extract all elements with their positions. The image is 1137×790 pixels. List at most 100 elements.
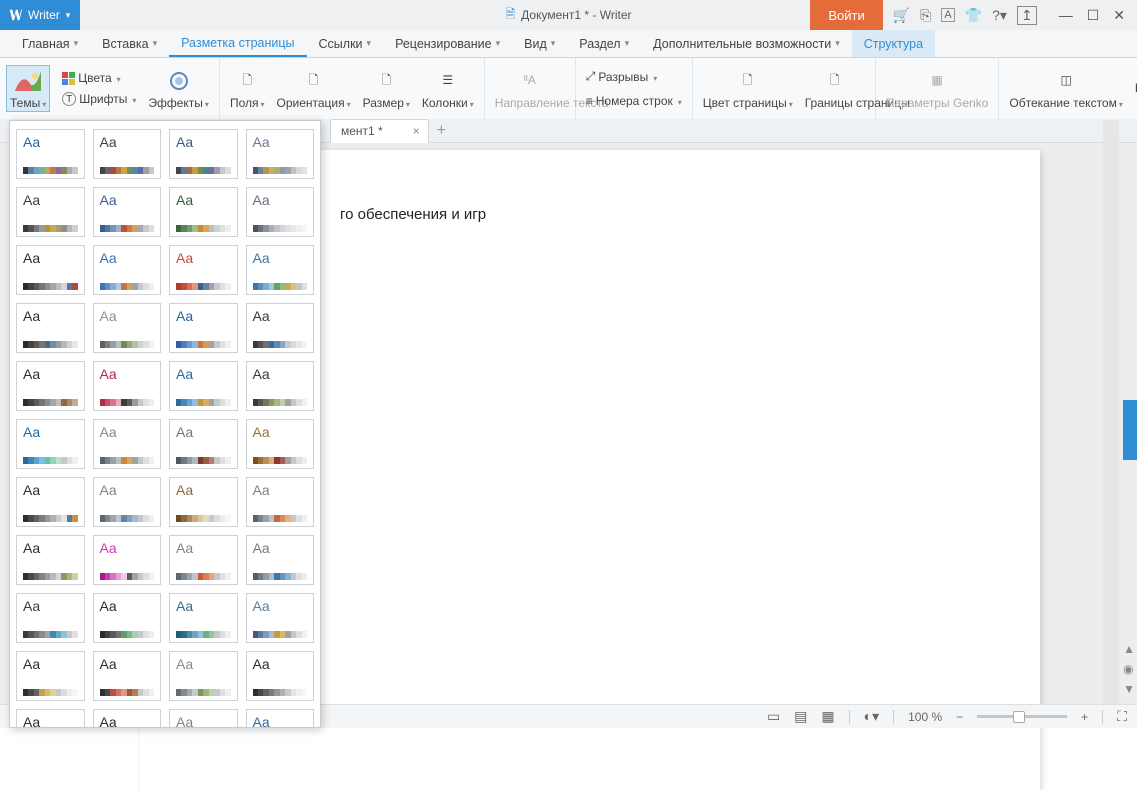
nav-up-icon[interactable]: ▲ — [1123, 642, 1135, 656]
shirt-icon[interactable]: 👕 — [965, 7, 982, 24]
cart-icon[interactable]: 🛒 — [893, 7, 910, 24]
theme-item[interactable]: Aa — [16, 593, 85, 643]
theme-item[interactable]: Aa — [16, 477, 85, 527]
tab-references[interactable]: Ссылки — [307, 30, 384, 57]
theme-item[interactable]: Aa — [16, 709, 85, 728]
theme-item[interactable]: Aa — [93, 477, 162, 527]
ribbon-text-wrap[interactable]: ◫Обтекание текстом — [1005, 65, 1127, 112]
ribbon-page-borders[interactable]: 🗋Границы страницы — [801, 65, 869, 112]
ribbon-more[interactable]: Выр — [1131, 80, 1137, 97]
theme-item[interactable]: Aa — [246, 709, 315, 728]
theme-item[interactable]: Aa — [169, 129, 238, 179]
view-print-icon[interactable]: ▭ — [767, 708, 780, 725]
theme-item[interactable]: Aa — [93, 651, 162, 701]
ribbon-size[interactable]: 🗋Размер — [359, 65, 414, 112]
theme-item[interactable]: Aa — [246, 361, 315, 411]
ribbon-line-numbers[interactable]: ≡Номера строк — [582, 92, 686, 110]
ribbon-orientation[interactable]: 🗋Ориентация — [273, 65, 355, 112]
zoom-out-icon[interactable]: − — [956, 710, 963, 724]
export-icon[interactable]: ↥ — [1017, 6, 1037, 25]
theme-item[interactable]: Aa — [16, 187, 85, 237]
view-web-icon[interactable]: ▦ — [821, 708, 834, 725]
theme-item[interactable]: Aa — [169, 535, 238, 585]
theme-item[interactable]: Aa — [246, 129, 315, 179]
tab-page-layout[interactable]: Разметка страницы — [169, 30, 306, 57]
theme-item[interactable]: Aa — [246, 651, 315, 701]
theme-item[interactable]: Aa — [169, 709, 238, 728]
theme-item[interactable]: Aa — [169, 245, 238, 295]
close-icon[interactable]: ✕ — [1113, 7, 1125, 24]
nav-mid-icon[interactable]: ◉ — [1123, 662, 1135, 676]
zoom-value[interactable]: 100 % — [908, 710, 942, 724]
theme-item[interactable]: Aa — [246, 187, 315, 237]
theme-item[interactable]: Aa — [93, 245, 162, 295]
app-menu-caret[interactable]: ▾ — [66, 10, 71, 21]
app-badge[interactable]: Writer ▾ — [0, 0, 80, 30]
theme-item[interactable]: Aa — [246, 535, 315, 585]
theme-item[interactable]: Aa — [169, 651, 238, 701]
theme-item[interactable]: Aa — [169, 361, 238, 411]
side-panel-toggle[interactable] — [1123, 400, 1137, 460]
theme-item[interactable]: Aa — [16, 129, 85, 179]
theme-item[interactable]: Aa — [93, 535, 162, 585]
theme-item[interactable]: Aa — [93, 593, 162, 643]
theme-item[interactable]: Aa — [93, 187, 162, 237]
window-title: 🗎 Документ1 * - Writer — [505, 5, 631, 26]
theme-item[interactable]: Aa — [16, 361, 85, 411]
theme-item[interactable]: Aa — [246, 419, 315, 469]
page-borders-icon: 🗋 — [821, 67, 849, 95]
theme-item[interactable]: Aa — [93, 709, 162, 728]
theme-item[interactable]: Aa — [16, 303, 85, 353]
theme-item[interactable]: Aa — [246, 303, 315, 353]
theme-swatches — [23, 399, 78, 406]
theme-item[interactable]: Aa — [246, 477, 315, 527]
theme-item[interactable]: Aa — [169, 419, 238, 469]
theme-item[interactable]: Aa — [246, 593, 315, 643]
theme-item[interactable]: Aa — [246, 245, 315, 295]
tab-close-icon[interactable]: × — [413, 124, 420, 138]
theme-item[interactable]: Aa — [93, 303, 162, 353]
theme-item[interactable]: Aa — [169, 477, 238, 527]
tab-section[interactable]: Раздел — [567, 30, 641, 57]
fullscreen-icon[interactable]: ⛶ — [1117, 708, 1127, 725]
tab-extras[interactable]: Дополнительные возможности — [641, 30, 852, 57]
theme-item[interactable]: Aa — [169, 593, 238, 643]
font-icon[interactable]: A — [941, 8, 954, 22]
clipboard-icon[interactable]: ⎘ — [920, 7, 931, 24]
theme-item[interactable]: Aa — [93, 361, 162, 411]
tab-view[interactable]: Вид — [512, 30, 567, 57]
ribbon-breaks[interactable]: ⤢Разрывы — [582, 67, 686, 86]
tab-structure[interactable]: Структура — [852, 30, 935, 57]
minimize-icon[interactable]: — — [1059, 7, 1073, 23]
theme-item[interactable]: Aa — [169, 303, 238, 353]
theme-item[interactable]: Aa — [16, 419, 85, 469]
login-button[interactable]: Войти — [810, 0, 882, 30]
nav-down-icon[interactable]: ▼ — [1123, 682, 1135, 696]
theme-item[interactable]: Aa — [16, 651, 85, 701]
ribbon-page-color[interactable]: 🗋Цвет страницы — [699, 65, 797, 112]
view-read-icon[interactable]: ▤ — [794, 708, 807, 725]
ribbon-fonts[interactable]: TШрифты — [58, 90, 140, 108]
theme-item[interactable]: Aa — [93, 419, 162, 469]
ribbon-columns[interactable]: ☰Колонки — [418, 65, 478, 112]
tab-home[interactable]: Главная — [10, 30, 90, 57]
tab-insert[interactable]: Вставка — [90, 30, 169, 57]
vertical-scrollbar[interactable] — [1103, 120, 1119, 704]
orientation-icon: 🗋 — [300, 67, 328, 95]
maximize-icon[interactable]: ☐ — [1087, 7, 1100, 24]
theme-item[interactable]: Aa — [93, 129, 162, 179]
zoom-slider[interactable] — [977, 715, 1067, 718]
brightness-icon[interactable]: ◐▾ — [864, 708, 879, 725]
theme-item[interactable]: Aa — [169, 187, 238, 237]
theme-item[interactable]: Aa — [16, 535, 85, 585]
ribbon-effects[interactable]: Эффекты — [144, 65, 213, 112]
zoom-in-icon[interactable]: + — [1081, 710, 1088, 724]
theme-item[interactable]: Aa — [16, 245, 85, 295]
ribbon-colors[interactable]: Цвета — [58, 69, 140, 87]
new-tab-button[interactable]: + — [437, 122, 446, 140]
help-icon[interactable]: ?▾ — [992, 7, 1007, 24]
document-tab[interactable]: мент1 * × — [330, 119, 429, 143]
ribbon-fields[interactable]: 🗋Поля — [226, 65, 269, 112]
tab-review[interactable]: Рецензирование — [383, 30, 512, 57]
ribbon-themes[interactable]: Темы — [6, 65, 50, 112]
